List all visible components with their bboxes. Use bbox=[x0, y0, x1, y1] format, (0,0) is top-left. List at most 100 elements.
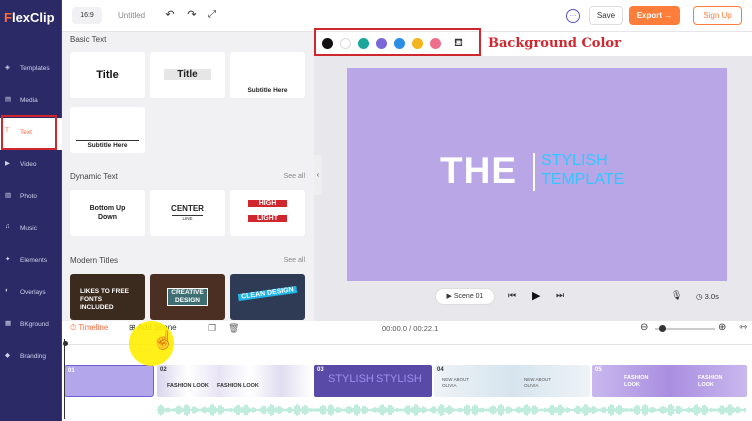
color-swatch[interactable] bbox=[430, 38, 441, 49]
left-sidebar: FlexClip ◈ Templates ▤ Media T Text ▶ Video ▧ Pho… bbox=[0, 0, 62, 421]
clip-caption: STYLISH bbox=[328, 373, 374, 385]
scene-clip-selected[interactable]: 01 bbox=[64, 365, 154, 397]
sidebar-item-media[interactable]: ▤ Media bbox=[0, 86, 62, 118]
sidebar-item-video[interactable]: ▶ Video bbox=[0, 150, 62, 182]
modern-card-free-fonts[interactable]: LIKES TO FREE FONTS INCLUDED bbox=[70, 274, 145, 320]
card-text: Bottom Up Down bbox=[89, 205, 126, 221]
title-divider bbox=[533, 153, 535, 191]
dynamic-card-center[interactable]: CENTER LINE bbox=[150, 190, 225, 236]
aspect-ratio-button[interactable]: 16:9 bbox=[72, 7, 102, 24]
redo-icon[interactable]: ↷ bbox=[186, 9, 198, 21]
collapse-panel-handle[interactable]: ‹ bbox=[314, 155, 322, 195]
text-card-title-bold[interactable]: Title bbox=[70, 52, 145, 98]
dynamic-card-bottom-up[interactable]: Bottom Up Down bbox=[70, 190, 145, 236]
app-logo[interactable]: FlexClip bbox=[4, 10, 55, 25]
clip-number: 05 bbox=[595, 367, 602, 373]
play-icon[interactable]: ▶ bbox=[532, 289, 540, 302]
scene-clip[interactable]: 03 STYLISH STYLISH bbox=[314, 365, 432, 397]
project-title[interactable]: Untitled bbox=[118, 11, 145, 20]
clock-icon: ◷ bbox=[696, 292, 705, 301]
color-swatch[interactable] bbox=[322, 38, 333, 49]
video-icon: ▶ bbox=[5, 160, 10, 167]
headline-text[interactable]: THE bbox=[440, 150, 517, 192]
zoom-out-icon[interactable]: ⊖ bbox=[640, 322, 648, 333]
sidebar-item-label: Photo bbox=[20, 193, 37, 200]
duration-display[interactable]: ◷ 3.0s bbox=[696, 292, 719, 301]
scene-clip[interactable]: 02 FASHION LOOK FASHION LOOK bbox=[157, 365, 312, 397]
card-text: LIGHT bbox=[248, 215, 287, 222]
background-color-annotation: Background Color bbox=[488, 36, 621, 51]
scene-play-button[interactable]: ▶ Scene 01 bbox=[435, 288, 495, 305]
playhead-handle[interactable] bbox=[63, 341, 68, 346]
export-button[interactable]: Export → bbox=[629, 6, 680, 25]
clip-number: 02 bbox=[160, 367, 167, 373]
sidebar-item-label: Media bbox=[20, 97, 38, 104]
color-swatch[interactable] bbox=[412, 38, 423, 49]
card-text: HIGH bbox=[248, 200, 287, 207]
audio-waveform-track[interactable] bbox=[157, 404, 747, 416]
sidebar-item-elements[interactable]: ✦ Elements bbox=[0, 246, 62, 278]
modern-see-all-link[interactable]: See all bbox=[284, 257, 305, 264]
modern-card-clean[interactable]: CLEAN DESIGN bbox=[230, 274, 305, 320]
play-icon: ▶ bbox=[446, 293, 454, 300]
text-card-subtitle-underlined[interactable]: Subtitle Here bbox=[70, 107, 145, 153]
color-swatch[interactable] bbox=[340, 38, 351, 49]
modern-card-creative[interactable]: CREATIVE DESIGN bbox=[150, 274, 225, 320]
sign-up-button[interactable]: Sign Up bbox=[693, 6, 742, 25]
background-icon: ▦ bbox=[5, 320, 12, 327]
photo-icon: ▧ bbox=[5, 192, 12, 199]
sidebar-item-label: BKground bbox=[20, 321, 49, 328]
sidebar-item-label: Branding bbox=[20, 353, 47, 360]
clip-caption: FASHION LOOK bbox=[217, 383, 259, 389]
text-card-title-boxed[interactable]: Title bbox=[150, 52, 225, 98]
sidebar-item-templates[interactable]: ◈ Templates bbox=[0, 54, 62, 86]
previous-icon[interactable]: ⏮ bbox=[508, 290, 516, 301]
zoom-slider-handle[interactable] bbox=[659, 325, 666, 332]
next-icon[interactable]: ⏭ bbox=[556, 290, 564, 301]
delete-icon[interactable]: 🗑 bbox=[228, 323, 239, 334]
color-swatch[interactable] bbox=[358, 38, 369, 49]
sidebar-item-label: Overlays bbox=[20, 289, 46, 296]
zoom-in-icon[interactable]: ⊕ bbox=[718, 322, 726, 333]
canvas-stage: ⛾ Background Color THE STYLISH TEMPLATE … bbox=[314, 28, 752, 321]
duration-value: 3.0s bbox=[704, 292, 719, 301]
clip-caption: STYLISH bbox=[376, 373, 422, 385]
video-preview-canvas[interactable]: THE STYLISH TEMPLATE bbox=[347, 68, 727, 281]
color-swatch[interactable] bbox=[394, 38, 405, 49]
fit-width-icon[interactable]: ⇿ bbox=[739, 322, 747, 333]
scene-clip[interactable]: 05 FASHION LOOK FASHION LOOK bbox=[592, 365, 747, 397]
microphone-icon[interactable]: 🎙 bbox=[671, 290, 682, 301]
duplicate-icon[interactable]: ❐ bbox=[208, 323, 216, 334]
clip-number: 04 bbox=[437, 367, 444, 373]
sidebar-item-branding[interactable]: ◆ Branding bbox=[0, 342, 62, 374]
sidebar-item-label: Music bbox=[20, 225, 37, 232]
scene-clip[interactable]: 04 NEW ABOUT OLIVIA NEW ABOUT OLIVIA bbox=[434, 365, 590, 397]
sidebar-item-bkground[interactable]: ▦ BKground bbox=[0, 310, 62, 342]
subtitle-text[interactable]: STYLISH TEMPLATE bbox=[541, 151, 624, 189]
text-panel: Basic Text Title Title Subtitle Here Sub… bbox=[62, 32, 314, 321]
folder-icon: ▤ bbox=[5, 96, 12, 103]
color-swatch[interactable] bbox=[376, 38, 387, 49]
card-text: Subtitle Here bbox=[247, 87, 288, 94]
clip-caption: FASHION LOOK bbox=[624, 375, 649, 388]
text-card-subtitle[interactable]: Subtitle Here bbox=[230, 52, 305, 98]
card-text: LIKES TO FREE FONTS INCLUDED bbox=[80, 288, 129, 311]
fullscreen-icon[interactable]: ⤢ bbox=[206, 9, 218, 21]
sidebar-item-overlays[interactable]: ◐ Overlays bbox=[0, 278, 62, 310]
timeline-label: Timeline bbox=[78, 323, 109, 332]
timeline-playhead[interactable] bbox=[63, 339, 68, 419]
clip-number: 03 bbox=[317, 367, 324, 373]
sidebar-item-music[interactable]: ♫ Music bbox=[0, 214, 62, 246]
dynamic-see-all-link[interactable]: See all bbox=[284, 173, 305, 180]
save-button[interactable]: Save bbox=[589, 6, 623, 25]
comment-icon[interactable]: … bbox=[566, 9, 580, 23]
timecode-display: 00:00.0 / 00:22.1 bbox=[382, 324, 439, 333]
sidebar-item-photo[interactable]: ▧ Photo bbox=[0, 182, 62, 214]
background-color-bar: ⛾ Background Color bbox=[314, 28, 752, 56]
fill-bucket-icon[interactable]: ⛾ bbox=[454, 37, 463, 51]
dynamic-card-highlight[interactable]: HIGH LIGHT bbox=[230, 190, 305, 236]
timeline-toggle[interactable]: ⏱ Timeline bbox=[70, 323, 108, 333]
text-nav-highlight-box bbox=[1, 115, 57, 150]
subtitle-line: TEMPLATE bbox=[541, 171, 625, 188]
undo-icon[interactable]: ↶ bbox=[164, 9, 176, 21]
